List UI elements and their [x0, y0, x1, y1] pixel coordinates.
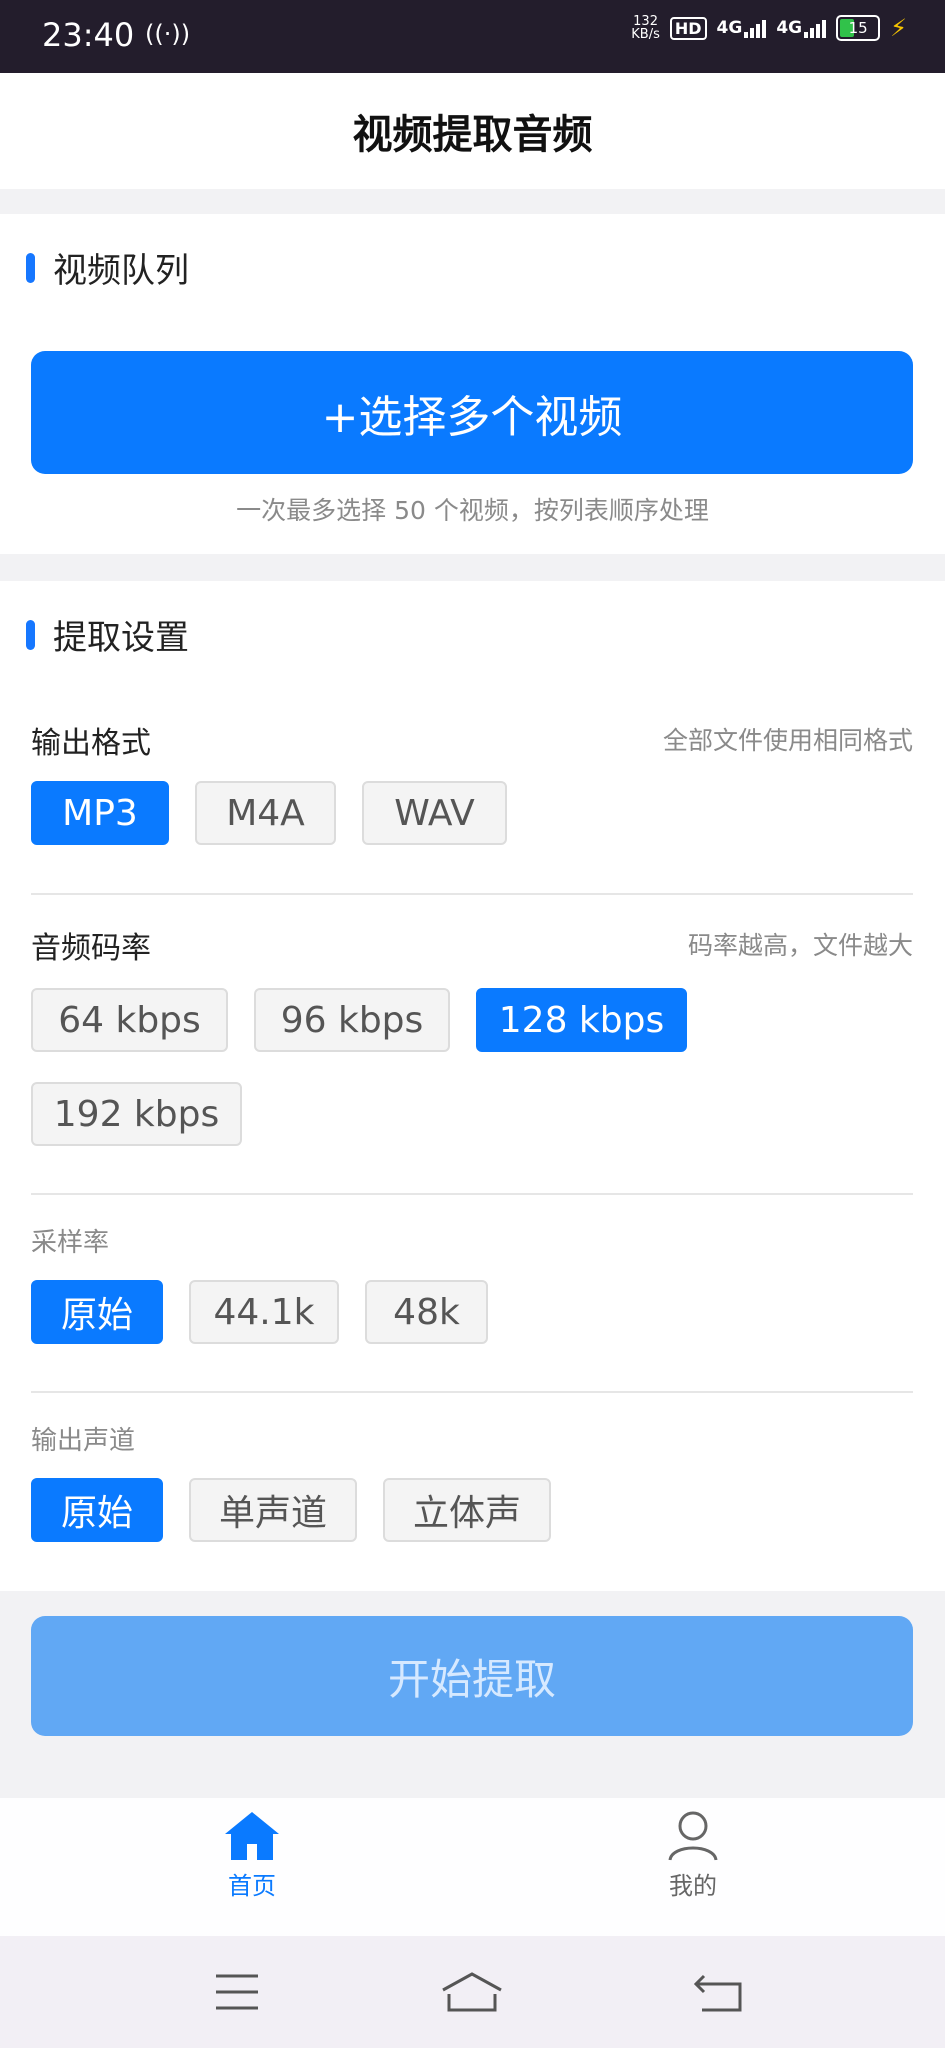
menu-icon[interactable]: [214, 1972, 260, 2012]
home-nav-icon[interactable]: [441, 1972, 503, 2012]
battery-icon: 15: [836, 15, 881, 41]
select-videos-button[interactable]: +选择多个视频: [31, 351, 913, 474]
section-title-text: 提取设置: [53, 618, 189, 658]
page-title: 视频提取音频: [352, 112, 593, 158]
clock: 23:40: [42, 16, 135, 54]
bitrate-label: 音频码率: [31, 931, 151, 966]
sample-rate-option-44k[interactable]: 44.1k: [189, 1280, 339, 1344]
network-type-2: 4G: [776, 18, 803, 38]
video-queue-section-title: 视频队列: [26, 243, 189, 292]
user-icon: [668, 1811, 718, 1861]
signal-bars-2: [804, 18, 827, 38]
section-title-text: 视频队列: [53, 251, 189, 291]
status-bar: 23:40 ((·)) 132 KB/s HD 4G 4G 15 ⚡: [0, 0, 945, 73]
channel-option-original[interactable]: 原始: [31, 1478, 163, 1542]
sample-rate-option-original[interactable]: 原始: [31, 1280, 163, 1344]
hd-icon: HD: [669, 16, 707, 40]
bottom-tab-bar: 首页 我的: [0, 1798, 945, 1936]
extract-settings-section-title: 提取设置: [26, 610, 189, 659]
system-nav-bar: [0, 1936, 945, 2048]
charging-icon: ⚡: [890, 14, 907, 42]
bitrate-option-64[interactable]: 64 kbps: [31, 988, 228, 1052]
signal-icon: 4G: [776, 18, 827, 38]
sample-rate-option-48k[interactable]: 48k: [365, 1280, 488, 1344]
section-marker: [26, 252, 35, 283]
output-format-note: 全部文件使用相同格式: [662, 726, 913, 755]
select-hint: 一次最多选择 50 个视频，按列表顺序处理: [236, 496, 709, 525]
bitrate-option-96[interactable]: 96 kbps: [254, 988, 450, 1052]
output-format-label: 输出格式: [31, 726, 151, 761]
speed-indicator: 132 KB/s: [631, 15, 660, 41]
bitrate-option-192[interactable]: 192 kbps: [31, 1082, 242, 1146]
hotspot-icon: ((·)): [145, 20, 191, 48]
divider: [31, 1391, 913, 1393]
network-type-1: 4G: [716, 18, 743, 38]
tab-home-label: 首页: [228, 1872, 276, 1900]
bitrate-note: 码率越高，文件越大: [687, 931, 913, 960]
tab-mine-label: 我的: [669, 1872, 717, 1900]
app-header: 视频提取音频: [0, 73, 945, 189]
format-option-m4a[interactable]: M4A: [195, 781, 336, 845]
tab-home[interactable]: 首页: [172, 1810, 332, 1901]
start-extract-button[interactable]: 开始提取: [31, 1616, 913, 1736]
format-option-mp3[interactable]: MP3: [31, 781, 169, 845]
battery-level: 15: [848, 19, 868, 37]
divider: [31, 893, 913, 895]
signal-bars-1: [744, 18, 767, 38]
channel-option-mono[interactable]: 单声道: [189, 1478, 357, 1542]
format-option-wav[interactable]: WAV: [362, 781, 507, 845]
bitrate-option-128[interactable]: 128 kbps: [476, 988, 687, 1052]
tab-mine[interactable]: 我的: [613, 1810, 773, 1901]
divider: [31, 1193, 913, 1195]
channel-option-stereo[interactable]: 立体声: [383, 1478, 551, 1542]
back-icon[interactable]: [694, 1972, 744, 2012]
channels-label: 输出声道: [31, 1426, 136, 1456]
section-marker: [26, 619, 35, 650]
home-icon: [225, 1812, 279, 1860]
signal-icon: 4G: [717, 18, 767, 38]
sample-rate-label: 采样率: [31, 1228, 110, 1258]
speed-unit: KB/s: [631, 27, 660, 42]
